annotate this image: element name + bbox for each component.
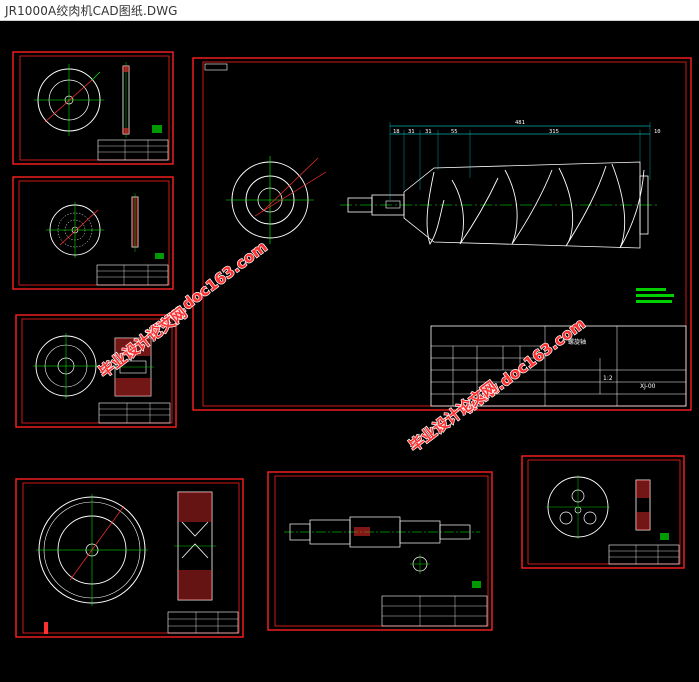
dim-1: 18 [393,129,400,135]
dim-6: 10 [654,129,661,135]
dim-5: 315 [549,129,559,135]
dim-3: 31 [425,129,432,135]
cad-drawing-canvas[interactable]: 481 18 31 31 55 315 10 螺旋轴 XJ-00 1:2 www… [0,21,699,682]
window-title: JR1000A绞肉机CAD图纸.DWG [5,4,178,18]
dim-4: 55 [451,129,458,135]
dim-total-length: 481 [515,120,525,126]
dim-2: 31 [408,129,415,135]
title-block-drawing-no: XJ-00 [640,383,656,390]
window-title-bar: JR1000A绞肉机CAD图纸.DWG [0,0,699,21]
title-block-scale: 1:2 [603,375,613,382]
